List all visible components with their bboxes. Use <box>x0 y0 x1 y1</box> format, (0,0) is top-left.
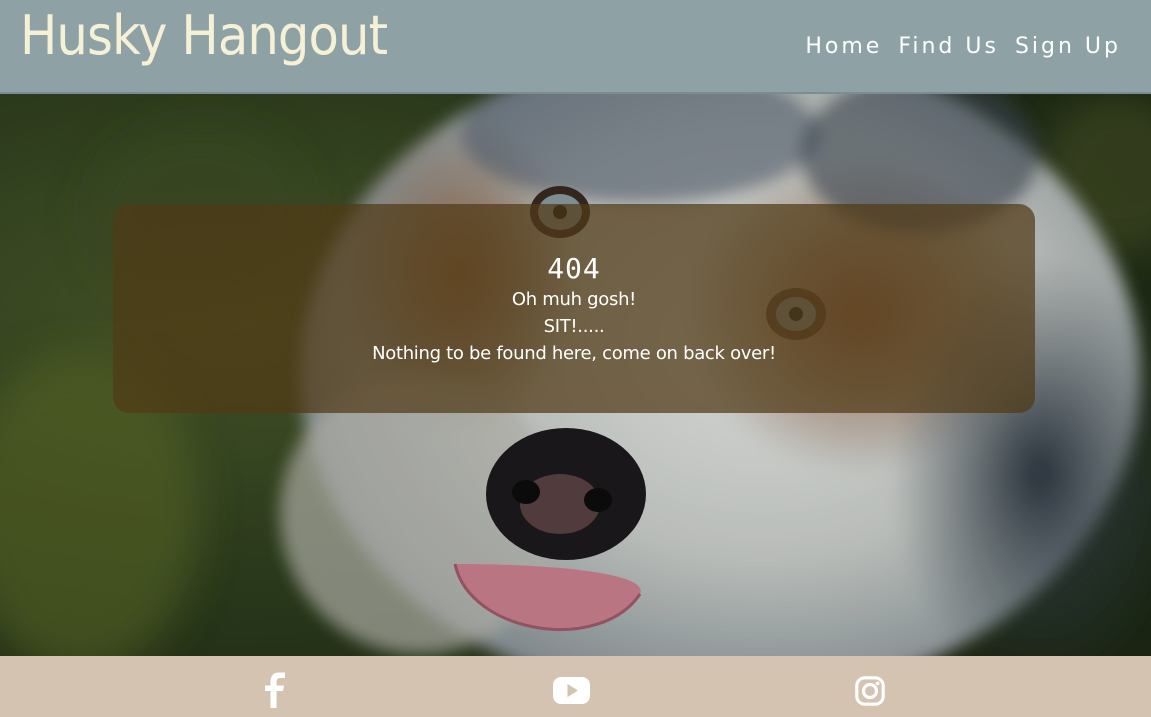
page: Husky Hangout Home Find Us Sign Up 404 O… <box>0 0 1151 717</box>
instagram-icon[interactable] <box>855 676 885 706</box>
site-footer <box>0 656 1151 717</box>
error-message-line-3: Nothing to be found here, come on back o… <box>372 343 776 364</box>
youtube-icon[interactable] <box>553 677 590 704</box>
error-message-line-1: Oh muh gosh! <box>511 289 637 310</box>
nav-find-us-link[interactable]: Find Us <box>898 30 999 64</box>
error-panel: 404 Oh muh gosh! SIT!..... Nothing to be… <box>113 204 1035 413</box>
site-title[interactable]: Husky Hangout <box>20 4 388 68</box>
nav-home-link[interactable]: Home <box>805 30 882 64</box>
error-code: 404 <box>547 252 601 285</box>
nav-sign-up-link[interactable]: Sign Up <box>1015 30 1121 64</box>
facebook-icon[interactable] <box>262 672 290 708</box>
site-header: Husky Hangout Home Find Us Sign Up <box>0 0 1151 94</box>
error-message-line-2: SIT!..... <box>543 316 605 337</box>
main-nav: Home Find Us Sign Up <box>805 30 1121 64</box>
